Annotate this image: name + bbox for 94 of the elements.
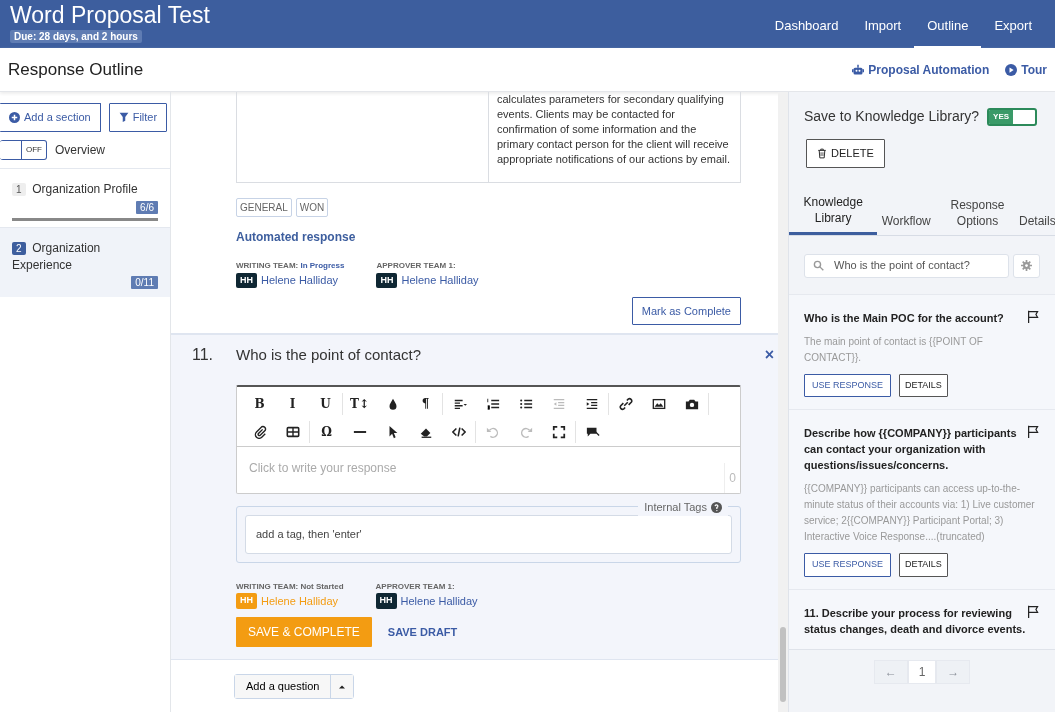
- result-text: The main point of contact is {{POINT OF CONTACT}}.: [804, 334, 984, 365]
- plus-circle-icon: [9, 111, 20, 123]
- initials-avatar: HH: [376, 272, 398, 288]
- use-response-button[interactable]: USE RESPONSE: [804, 553, 892, 577]
- question-number: 11.: [191, 345, 215, 365]
- tour-link[interactable]: Tour: [1005, 60, 1047, 79]
- panel-tab[interactable]: Details: [1015, 208, 1055, 235]
- format-button[interactable]: Ω: [310, 421, 343, 443]
- link-icon: [618, 397, 633, 411]
- filter-button[interactable]: Filter: [108, 103, 168, 132]
- person-link[interactable]: Helene Halliday: [401, 272, 479, 289]
- search-input[interactable]: Who is the point of contact?: [832, 256, 1000, 275]
- settings-icon: [1021, 260, 1032, 271]
- section-item[interactable]: 1 Organization Profile 6/6: [0, 167, 170, 227]
- result-title: Who is the Main POC for the account?: [804, 310, 1005, 326]
- character-count: 0: [724, 463, 740, 493]
- outdent-icon: [551, 397, 566, 411]
- tags-legend: Internal Tags: [644, 499, 707, 516]
- format-button[interactable]: U: [309, 393, 342, 415]
- numbered-list-icon: [485, 397, 500, 411]
- settings-button[interactable]: [1013, 253, 1040, 278]
- result-text: {{COMPANY}} participants can access up-to-the-minute status of their accounts via: 1) Live customer service; 2{{COMPANY}} Participant Portal; 3) Interactive Voice Response....(truncated): [804, 482, 1036, 544]
- nav-tab[interactable]: Dashboard: [761, 0, 852, 48]
- bullet-list-icon: [518, 397, 533, 411]
- tag-input[interactable]: add a tag, then 'enter': [245, 515, 732, 554]
- person-link[interactable]: Helene Halliday: [261, 272, 339, 289]
- add-section-button[interactable]: Add a section: [0, 103, 101, 132]
- overview-toggle[interactable]: OFF: [0, 139, 47, 160]
- overview-label: Overview: [55, 141, 105, 159]
- answer-text: calculates parameters for secondary qualifying events. Clients may be contacted for confirmation of some information and the primary contact person for the client will receive appropriate notifications of our actions by email.: [496, 92, 731, 167]
- nav-tab[interactable]: Export: [981, 0, 1045, 48]
- team-status: In Progress: [300, 261, 345, 270]
- team-label: WRITING TEAM:: [236, 261, 299, 270]
- table-icon: [285, 425, 300, 439]
- panel-tab[interactable]: Workflow: [877, 208, 936, 235]
- use-response-button[interactable]: USE RESPONSE: [804, 373, 892, 397]
- details-button[interactable]: DETAILS: [899, 373, 948, 397]
- redo-icon: [518, 425, 533, 439]
- person-link[interactable]: Helene Halliday: [400, 592, 478, 609]
- scrollbar[interactable]: [778, 92, 788, 712]
- text-editor[interactable]: B I U T↕ ¶ Ω Click to write your response 0: [236, 385, 741, 494]
- panel-tab[interactable]: Response Options: [940, 192, 1015, 235]
- panel-tab[interactable]: Knowledge Library: [789, 189, 878, 235]
- format-button[interactable]: B: [243, 393, 276, 415]
- save-draft-link[interactable]: SAVE DRAFT: [387, 623, 458, 641]
- add-question-button[interactable]: Add a question: [235, 675, 332, 698]
- tag: GENERAL: [236, 198, 292, 217]
- robot-icon: [852, 63, 865, 76]
- flag-icon[interactable]: [1027, 309, 1040, 323]
- initials-avatar: HH: [236, 593, 257, 609]
- app-title: Word Proposal Test: [10, 1, 210, 27]
- image-icon: [651, 397, 666, 411]
- align-icon: [452, 397, 467, 411]
- team-label: WRITING TEAM: Not Started: [236, 581, 344, 591]
- page-title: Response Outline: [8, 58, 144, 81]
- camera-icon: [684, 397, 699, 411]
- format-button[interactable]: I: [276, 393, 309, 415]
- close-button[interactable]: ×: [764, 347, 774, 363]
- filter-icon: [118, 112, 129, 123]
- flag-icon[interactable]: [1027, 425, 1040, 438]
- knowledge-toggle[interactable]: YES: [987, 107, 1038, 126]
- tag: WON: [295, 198, 329, 217]
- caret-icon: [338, 683, 347, 692]
- search-field[interactable]: Who is the point of contact?: [804, 253, 1009, 278]
- fullscreen-icon: [551, 425, 566, 439]
- team-label: APPROVER TEAM 1:: [376, 261, 456, 270]
- save-label: Save to Knowledge Library?: [804, 107, 980, 126]
- play-icon: [1005, 63, 1018, 76]
- code-icon: [451, 425, 466, 439]
- nav-tab[interactable]: Outline: [914, 0, 982, 48]
- format-button[interactable]: ¶: [409, 393, 442, 415]
- result-title: 11. Describe your process for reviewing status changes, death and divorce events.: [804, 605, 1027, 637]
- initials-avatar: HH: [236, 272, 257, 288]
- question-title: Who is the point of contact?: [236, 344, 423, 365]
- paperclip-icon: [252, 425, 267, 439]
- automation-link[interactable]: Proposal Automation: [852, 60, 990, 79]
- initials-avatar: HH: [375, 593, 397, 609]
- indent-icon: [584, 397, 599, 411]
- mark-complete-button[interactable]: Mark as Complete: [631, 296, 741, 325]
- source-label: Automated response: [236, 229, 357, 246]
- details-button[interactable]: DETAILS: [899, 553, 948, 577]
- undo-icon: [485, 425, 500, 439]
- section-item[interactable]: 2 Organization Experience 0/11: [0, 226, 170, 297]
- comment-icon: [585, 425, 600, 439]
- due-badge: Due: 28 days, and 2 hours: [10, 30, 142, 43]
- search-icon: [813, 260, 824, 271]
- page-button[interactable]: 1: [907, 659, 937, 684]
- format-button[interactable]: T↕: [343, 393, 376, 415]
- result-title: Describe how {{COMPANY}} participants can contact your organization with questions/issues/concerns.: [804, 426, 1018, 473]
- nav-tab[interactable]: Import: [851, 0, 915, 48]
- trash-icon: [817, 147, 827, 159]
- team-label: APPROVER TEAM 1:: [375, 581, 455, 591]
- delete-button[interactable]: DELETE: [806, 139, 885, 168]
- flag-icon[interactable]: [1027, 604, 1040, 618]
